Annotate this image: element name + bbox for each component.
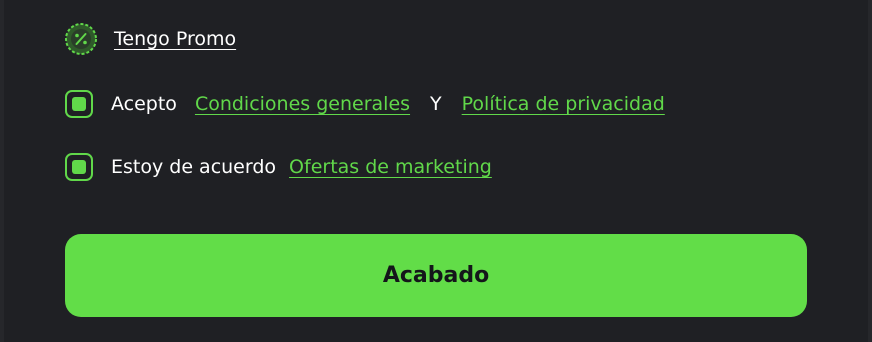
marketing-checkbox[interactable] bbox=[65, 153, 93, 181]
terms-prefix: Acepto bbox=[111, 93, 177, 115]
general-conditions-link[interactable]: Condiciones generales bbox=[195, 93, 410, 115]
terms-row: Acepto Condiciones generales Y Política … bbox=[64, 87, 665, 121]
checkbox-check-mark bbox=[72, 160, 86, 174]
marketing-prefix: Estoy de acuerdo bbox=[111, 156, 277, 178]
promo-link[interactable]: Tengo Promo bbox=[114, 28, 236, 50]
left-edge bbox=[0, 0, 4, 342]
terms-conjunction: Y bbox=[430, 93, 442, 115]
marketing-row: Estoy de acuerdo Ofertas de marketing bbox=[64, 150, 492, 184]
percent-badge-icon[interactable] bbox=[64, 22, 98, 56]
terms-checkbox[interactable] bbox=[65, 90, 93, 118]
registration-form-panel: Tengo Promo Acepto Condiciones generales… bbox=[0, 0, 872, 342]
checkbox-check-mark bbox=[72, 97, 86, 111]
promo-row: Tengo Promo bbox=[64, 22, 236, 56]
right-edge bbox=[868, 0, 872, 342]
finish-button[interactable]: Acabado bbox=[65, 234, 807, 317]
privacy-policy-link[interactable]: Política de privacidad bbox=[462, 93, 665, 115]
marketing-offers-link[interactable]: Ofertas de marketing bbox=[289, 156, 492, 178]
